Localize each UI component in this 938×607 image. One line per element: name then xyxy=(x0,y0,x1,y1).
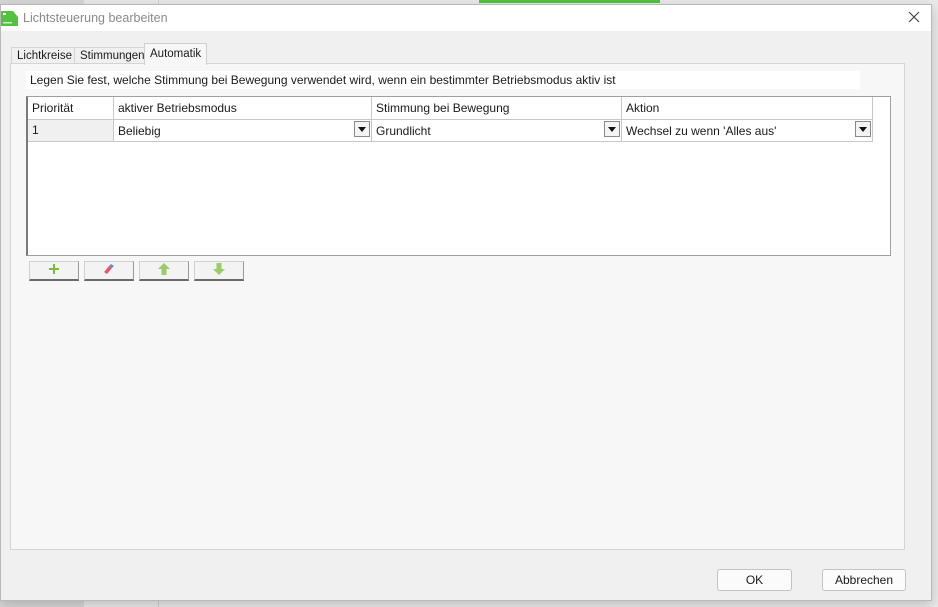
aktion-dropdown-button[interactable] xyxy=(855,121,871,137)
column-header-prioritaet[interactable]: Priorität xyxy=(28,97,114,120)
betriebsmodus-dropdown-button[interactable] xyxy=(354,121,370,137)
column-header-aktion[interactable]: Aktion xyxy=(622,97,873,120)
cancel-button[interactable]: Abbrechen xyxy=(822,569,906,591)
chevron-down-icon xyxy=(859,126,867,132)
eraser-icon xyxy=(102,263,116,278)
betriebsmodus-select[interactable]: Beliebig xyxy=(114,120,372,142)
automatik-panel: Legen Sie fest, welche Stimmung bei Bewe… xyxy=(10,63,905,550)
aktion-value: Wechsel zu wenn 'Alles aus' xyxy=(626,124,777,138)
app-icon xyxy=(1,9,19,27)
arrow-up-icon xyxy=(157,262,171,279)
window-title: Lichtsteuerung bearbeiten xyxy=(23,11,168,25)
chevron-down-icon xyxy=(358,126,366,132)
stimmung-dropdown-button[interactable] xyxy=(604,121,620,137)
ok-button[interactable]: OK xyxy=(717,569,792,591)
close-icon xyxy=(908,11,920,26)
move-up-button[interactable] xyxy=(139,261,189,281)
description-text: Legen Sie fest, welche Stimmung bei Bewe… xyxy=(26,71,860,89)
column-header-stimmung[interactable]: Stimmung bei Bewegung xyxy=(372,97,622,120)
tab-automatik[interactable]: Automatik xyxy=(144,43,208,65)
table-row[interactable]: 1 Beliebig Grundlicht Wechsel zu wenn 'A… xyxy=(28,120,873,142)
stimmung-select[interactable]: Grundlicht xyxy=(372,120,622,142)
add-row-button[interactable] xyxy=(29,261,79,281)
title-bar: Lichtsteuerung bearbeiten xyxy=(1,5,931,31)
dialog-window: Lichtsteuerung bearbeiten Lichtkreise St… xyxy=(0,4,932,601)
delete-row-button[interactable] xyxy=(84,261,134,281)
stimmung-value: Grundlicht xyxy=(376,124,431,138)
table-header: Priorität aktiver Betriebsmodus Stimmung… xyxy=(28,97,873,120)
arrow-down-icon xyxy=(212,262,226,279)
move-down-button[interactable] xyxy=(194,261,244,281)
row-priority-cell[interactable]: 1 xyxy=(28,120,114,142)
plus-icon xyxy=(48,263,60,278)
table-toolbar xyxy=(29,261,244,281)
column-header-betriebsmodus[interactable]: aktiver Betriebsmodus xyxy=(114,97,372,120)
automatik-table[interactable]: Priorität aktiver Betriebsmodus Stimmung… xyxy=(26,96,891,256)
chevron-down-icon xyxy=(608,126,616,132)
betriebsmodus-value: Beliebig xyxy=(118,124,161,138)
close-button[interactable] xyxy=(903,8,925,28)
background-app-accent-bar xyxy=(479,0,660,3)
aktion-select[interactable]: Wechsel zu wenn 'Alles aus' xyxy=(622,120,873,142)
